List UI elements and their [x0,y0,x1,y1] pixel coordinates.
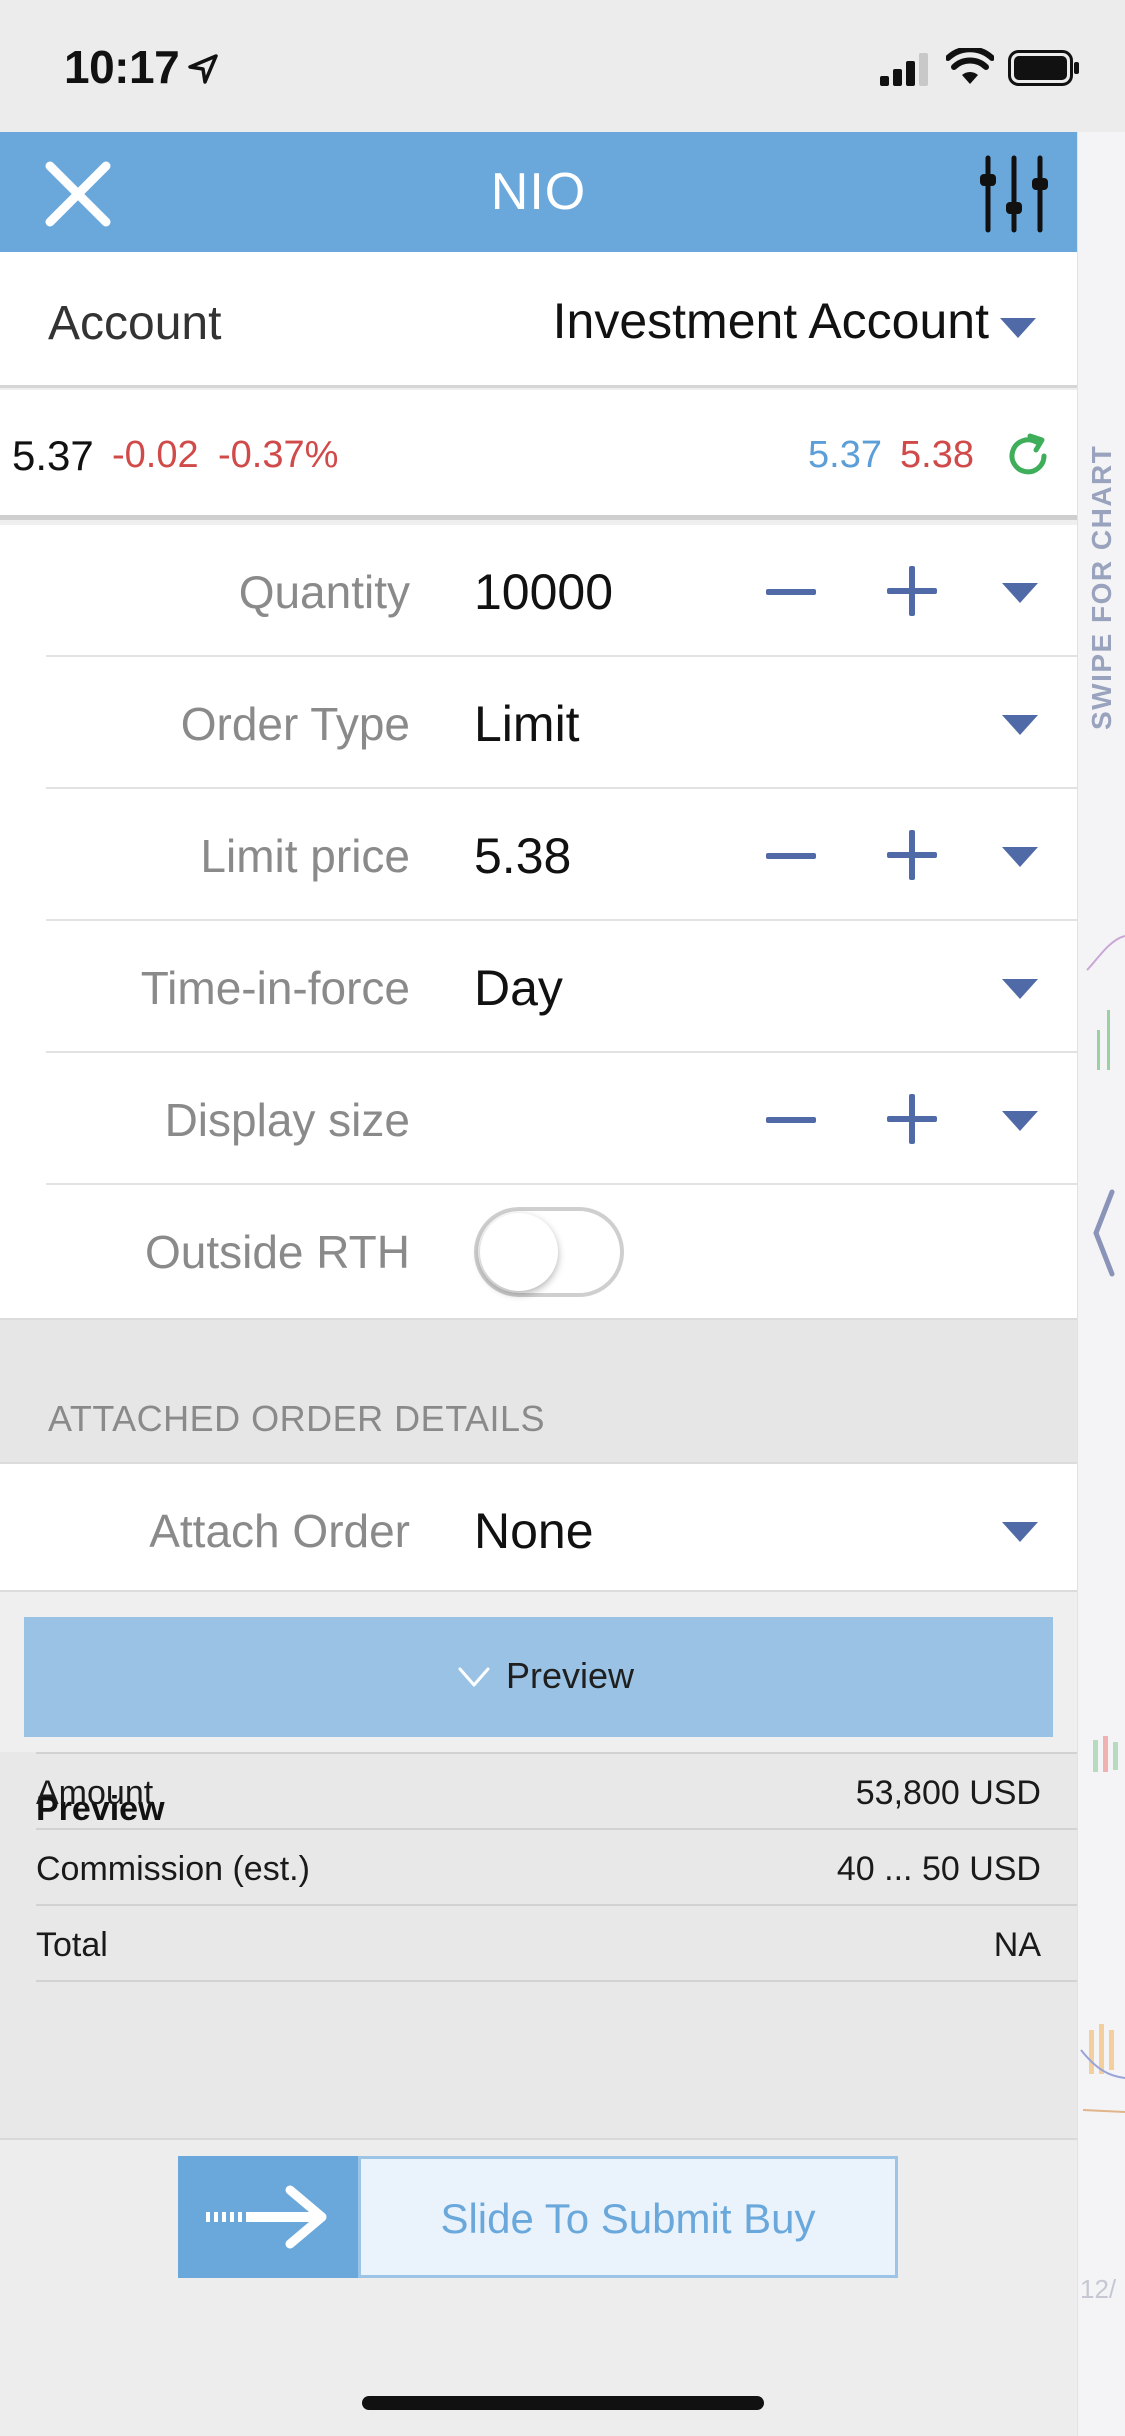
outside-rth-label: Outside RTH [144,1226,410,1278]
section-title: ATTACHED ORDER DETAILS [48,1398,546,1439]
limit-price-increment-button[interactable] [884,827,940,883]
quantity-label: Quantity [238,566,410,618]
amount-value: 53,800 USD [855,1774,1041,1812]
ask-price[interactable]: 5.38 [900,434,974,477]
slide-to-submit-slider[interactable]: Slide To Submit Buy [178,2156,898,2278]
order-type-label: Order Type [180,698,410,750]
order-type-value[interactable]: Limit [474,695,580,753]
bid-price[interactable]: 5.37 [808,434,882,477]
table-row-amount: Amount 53,800 USD [36,1754,1041,1826]
preview-button-label: Preview [506,1655,635,1696]
total-label: Total [36,1926,108,1964]
preview-rows: Amount 53,800 USD Commission (est.) 40 .… [0,1752,1077,2052]
status-bar: 10:17 [0,0,1125,132]
attached-order-section-header: ATTACHED ORDER DETAILS [0,1318,1077,1462]
time-in-force-row[interactable]: Time-in-force Day [0,921,1077,1053]
display-size-increment-button[interactable] [884,1091,940,1147]
nav-bar: NIO [0,132,1077,252]
limit-price-dropdown-icon[interactable] [1002,847,1038,867]
swipe-for-chart-label[interactable]: SWIPE FOR CHART [1086,445,1118,730]
limit-price-decrement-button[interactable] [762,839,820,875]
display-size-label: Display size [164,1094,410,1146]
quantity-decrement-button[interactable] [762,575,820,611]
caret-down-icon[interactable] [1000,318,1036,338]
price-change: -0.02 [112,434,199,476]
commission-value: 40 ... 50 USD [836,1850,1041,1888]
display-size-dropdown-icon[interactable] [1002,1111,1038,1131]
quantity-increment-button[interactable] [884,563,940,619]
chart-date-fragment: 12/ [1080,2274,1117,2304]
page-title: NIO [490,163,587,221]
table-row-total: Total NA [36,1906,1041,1978]
order-form: Quantity 10000 Order Type Limit Limit pr… [0,525,1077,1318]
location-arrow-icon [188,54,218,84]
chevron-down-icon [458,1667,490,1687]
display-size-decrement-button[interactable] [762,1103,820,1139]
attach-order-dropdown-icon[interactable] [1002,1522,1038,1542]
order-type-dropdown-icon[interactable] [1002,715,1038,735]
slide-to-submit-label: Slide To Submit Buy [440,2195,816,2242]
time-in-force-label: Time-in-force [140,962,410,1014]
limit-price-row: Limit price 5.38 [0,789,1077,921]
account-value[interactable]: Investment Account [553,292,989,350]
limit-price-input[interactable]: 5.38 [474,827,571,885]
status-time: 10:17 [64,41,180,93]
outside-rth-toggle[interactable] [474,1207,624,1297]
attach-order-label: Attach Order [149,1505,410,1557]
slider-handle[interactable] [178,2156,358,2278]
quantity-input[interactable]: 10000 [474,563,613,621]
attach-order-value[interactable]: None [474,1502,594,1560]
commission-label: Commission (est.) [36,1850,310,1888]
quote-bar: 5.37 -0.02 -0.37% 5.37 5.38 [0,390,1077,520]
quantity-dropdown-icon[interactable] [1002,583,1038,603]
quantity-row: Quantity 10000 [0,525,1077,657]
last-price: 5.37 [12,432,94,479]
account-label: Account [48,297,222,350]
time-in-force-dropdown-icon[interactable] [1002,979,1038,999]
table-row-commission: Commission (est.) 40 ... 50 USD [36,1830,1041,1902]
total-value: NA [993,1926,1041,1964]
toggle-knob [480,1213,558,1291]
slider-track: Slide To Submit Buy [358,2156,898,2278]
chevron-left-icon[interactable] [1088,1188,1118,1278]
amount-label: Amount [36,1774,154,1812]
battery-icon [1008,50,1079,86]
refresh-icon[interactable] [1004,432,1052,480]
order-ticket-panel: NIO Account Investment Account 5.37 -0.0… [0,132,1077,2436]
account-selector[interactable]: Account Investment Account [0,252,1077,388]
attach-order-row[interactable]: Attach Order None [0,1462,1077,1592]
divider [36,1980,1077,1982]
display-size-row: Display size [0,1053,1077,1185]
sliders-icon[interactable] [978,154,1050,234]
order-type-row[interactable]: Order Type Limit [0,657,1077,789]
outside-rth-row: Outside RTH [0,1185,1077,1317]
limit-price-label: Limit price [200,830,410,882]
price-change-percent: -0.37% [218,434,339,476]
wifi-icon [946,48,994,84]
home-indicator[interactable] [362,2396,764,2410]
arrow-right-icon [206,2185,327,2249]
time-in-force-value[interactable]: Day [474,959,563,1017]
cellular-signal-icon [880,53,928,86]
preview-button[interactable]: Preview [24,1617,1053,1737]
chart-preview-marks [1080,935,1125,2113]
